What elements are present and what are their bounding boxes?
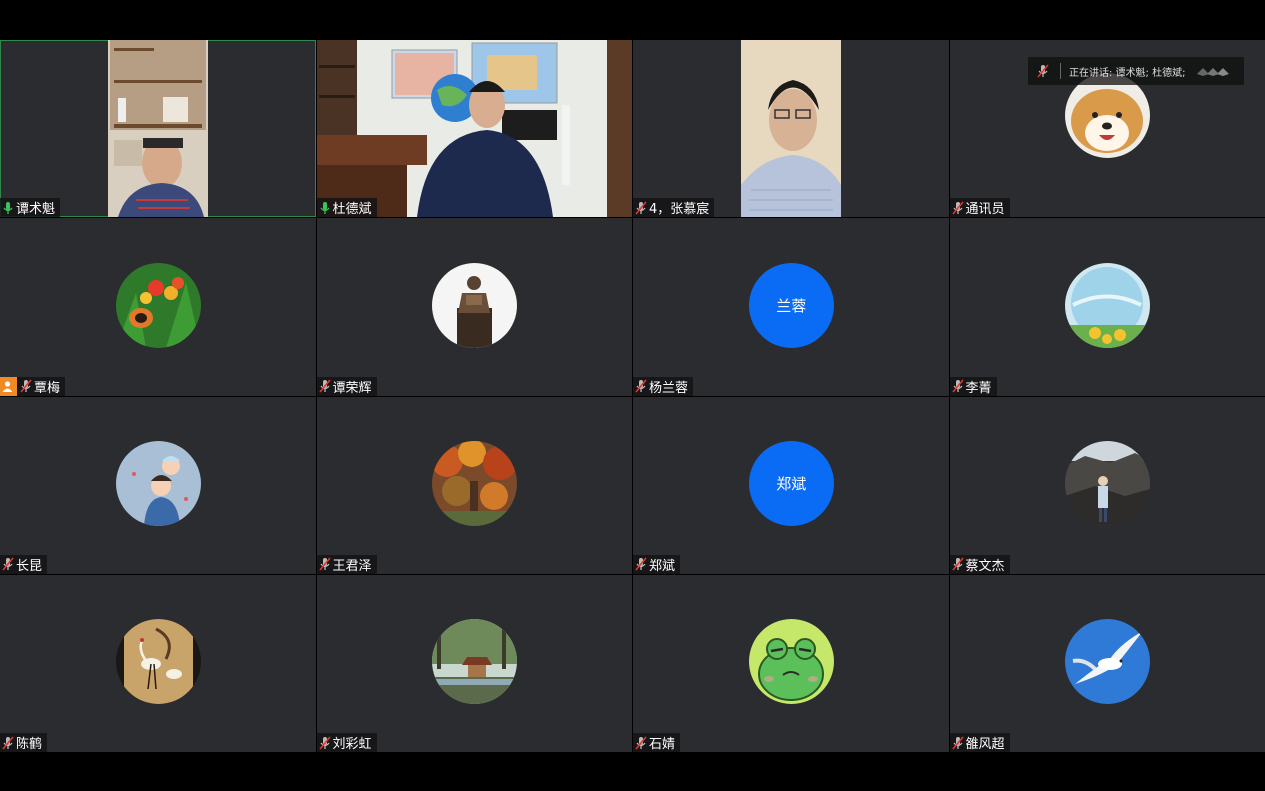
separator	[1060, 63, 1061, 79]
speaker-muted-icon	[1037, 64, 1049, 78]
participant-name: 李菁	[965, 380, 992, 396]
participant-name-tag: 长昆	[0, 554, 48, 574]
participant-tile[interactable]: 长昆	[0, 396, 316, 574]
crystal-ball-sunflower-avatar	[1065, 262, 1151, 348]
speaking-label: 正在讲话: 谭术魁; 杜德斌;	[1069, 67, 1186, 79]
participant-name: 长昆	[16, 558, 43, 574]
seagull-avatar	[1065, 619, 1151, 705]
participant-name: 通讯员	[965, 202, 1005, 218]
participant-name: 覃梅	[34, 380, 61, 396]
initials-avatar: 兰蓉	[748, 262, 834, 348]
participant-name-tag: 郑斌	[633, 554, 681, 574]
mic-muted-icon	[318, 379, 331, 393]
participant-name: 陈鹤	[16, 737, 43, 752]
person-rocks-avatar	[1065, 441, 1151, 527]
mic-muted-icon	[951, 735, 964, 750]
participant-name-tag: 蔡文杰	[949, 554, 1010, 574]
shiba-dog-avatar	[1065, 72, 1151, 158]
mic-muted-icon	[951, 379, 964, 393]
participant-name: 雒风超	[965, 737, 1005, 752]
mic-muted-icon	[20, 379, 32, 393]
participant-tile[interactable]: 刘彩虹	[316, 574, 632, 752]
participant-tile[interactable]: 谭荣辉	[316, 218, 632, 396]
participant-name-tag: 王君泽	[316, 554, 377, 574]
crane-painting-avatar	[115, 619, 201, 705]
participant-tile[interactable]: 兰蓉 杨兰蓉	[633, 218, 949, 396]
participant-tile[interactable]: 陈鹤	[0, 574, 316, 752]
mic-muted-icon	[2, 557, 14, 571]
participant-name-tag: 石婧	[633, 733, 681, 752]
pavilion-garden-avatar	[432, 619, 518, 705]
mic-muted-icon	[635, 557, 647, 571]
participant-name-tag: 4，张慕宸	[633, 198, 715, 218]
mic-muted-icon	[951, 557, 964, 571]
mic-on-icon	[3, 201, 13, 214]
statue-avatar	[432, 262, 518, 348]
participant-tile[interactable]: 李菁	[949, 218, 1265, 396]
participant-tile[interactable]: 王君泽	[316, 396, 632, 574]
autumn-trees-avatar	[432, 441, 518, 527]
participant-tile[interactable]: 谭术魁	[0, 40, 316, 218]
participant-name: 刘彩虹	[332, 737, 372, 752]
participant-name: 4，张慕宸	[649, 202, 710, 218]
participant-name-tag: 通讯员	[949, 198, 1010, 218]
participant-name: 谭荣辉	[332, 380, 372, 396]
participant-tile[interactable]: 石婧	[633, 574, 949, 752]
meeting-window: 谭术魁 杜德斌 4，张慕宸 通讯员 覃梅 谭荣辉 兰蓉 杨兰蓉 李菁 长昆 王君…	[0, 0, 1265, 791]
speaking-indicator: 正在讲话: 谭术魁; 杜德斌;	[1028, 57, 1244, 85]
participant-tile[interactable]: 4，张慕宸	[633, 40, 949, 218]
mic-muted-icon	[318, 735, 331, 750]
mic-muted-icon	[635, 379, 647, 393]
participant-tile[interactable]: 郑斌 郑斌	[633, 396, 949, 574]
participant-tile[interactable]: 杜德斌	[316, 40, 632, 218]
mic-muted-icon	[951, 201, 964, 215]
mic-muted-icon	[2, 735, 14, 750]
participant-tile[interactable]: 覃梅	[0, 218, 316, 396]
frog-cartoon-avatar	[748, 619, 834, 705]
mic-muted-icon	[318, 557, 331, 571]
participant-name-tag: 刘彩虹	[316, 733, 377, 752]
participant-grid: 谭术魁 杜德斌 4，张慕宸 通讯员 覃梅 谭荣辉 兰蓉 杨兰蓉 李菁 长昆 王君…	[0, 40, 1265, 752]
participant-name-tag: 杨兰蓉	[633, 376, 694, 396]
mic-muted-icon	[635, 735, 647, 750]
participant-name: 郑斌	[649, 558, 676, 574]
flower-butterfly-avatar	[115, 262, 201, 348]
host-badge-icon	[0, 376, 17, 396]
participant-name-tag: 陈鹤	[0, 733, 48, 752]
participant-name: 王君泽	[332, 558, 372, 574]
participant-name-tag: 李菁	[949, 376, 997, 396]
network-signal-icon	[1197, 68, 1230, 76]
initials-avatar: 郑斌	[748, 441, 834, 527]
participant-name: 杨兰蓉	[649, 380, 689, 396]
participant-name-tag: 谭荣辉	[316, 376, 377, 396]
participant-name-tag: 雒风超	[949, 733, 1010, 752]
participant-name-tag: 覃梅	[0, 376, 66, 396]
participant-name: 杜德斌	[332, 202, 372, 218]
video-feed	[316, 40, 632, 217]
video-feed	[108, 40, 208, 217]
participant-name: 石婧	[649, 737, 676, 752]
cartoon-family-avatar	[115, 441, 201, 527]
participant-name: 蔡文杰	[965, 558, 1005, 574]
mic-on-icon	[319, 201, 330, 214]
participant-name-tag: 谭术魁	[0, 198, 61, 218]
participant-tile[interactable]: 雒风超	[949, 574, 1265, 752]
participant-tile[interactable]: 蔡文杰	[949, 396, 1265, 574]
participant-name-tag: 杜德斌	[316, 198, 377, 218]
mic-muted-icon	[635, 201, 647, 215]
video-feed	[741, 40, 841, 217]
participant-name: 谭术魁	[16, 202, 56, 218]
